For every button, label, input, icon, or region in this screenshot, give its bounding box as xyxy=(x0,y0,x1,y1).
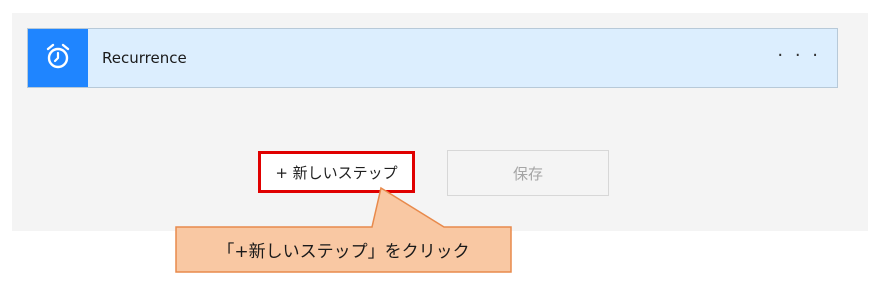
callout-text: 「+新しいステップ」をクリック xyxy=(217,242,470,262)
